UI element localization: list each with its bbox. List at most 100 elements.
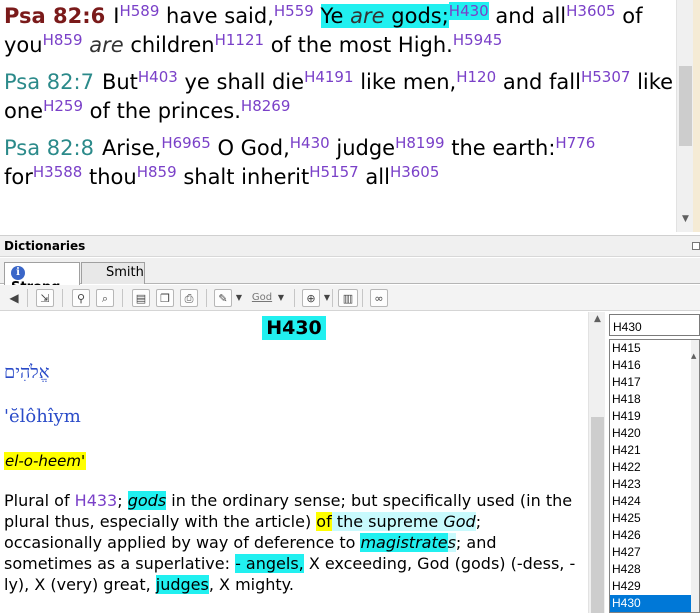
list-item[interactable]: H421: [610, 442, 699, 459]
tab-smith[interactable]: Smith: [81, 262, 145, 284]
zoom-icon[interactable]: ⊕: [302, 289, 320, 307]
definition-text: s: [447, 533, 456, 552]
strong-number-link[interactable]: H8269: [241, 97, 290, 115]
list-item[interactable]: H425: [610, 510, 699, 527]
strong-number-link[interactable]: H6965: [161, 134, 210, 152]
verse-word: and all: [488, 4, 567, 28]
definition-text: Plural of: [4, 491, 75, 510]
book-icon[interactable]: ▥: [338, 289, 358, 307]
find-in-page-icon[interactable]: ⌕: [96, 289, 114, 307]
verse-reference[interactable]: Psa 82:6: [4, 4, 105, 28]
strong-number-link[interactable]: H5945: [453, 31, 502, 49]
list-item[interactable]: H416: [610, 357, 699, 374]
list-item[interactable]: H418: [610, 391, 699, 408]
strong-number-link[interactable]: H5157: [309, 163, 358, 181]
definition-text: gods: [127, 491, 167, 510]
verse-word: like men,: [353, 70, 457, 94]
strong-number-link[interactable]: H430: [290, 134, 330, 152]
strong-number-link[interactable]: H3605: [390, 163, 439, 181]
verse: Psa 82:7 ButH403 ye shall dieH4191 like m…: [4, 68, 676, 126]
scroll-up-arrow-icon[interactable]: ▲: [691, 352, 699, 360]
verse-word: children: [123, 33, 215, 57]
list-item[interactable]: H423: [610, 476, 699, 493]
copy-icon[interactable]: ❐: [156, 289, 174, 307]
highlight-dropdown-icon[interactable]: ▼: [234, 289, 244, 307]
strong-number-link[interactable]: H3588: [33, 163, 82, 181]
strong-number-list[interactable]: H415 H416 H417 H418 H419 H420 H421 H422 H423 H424…: [609, 339, 700, 613]
god-label-button[interactable]: God: [247, 289, 277, 307]
panel-maximize-icon[interactable]: [692, 242, 700, 250]
definition-text: , X mighty.: [208, 575, 294, 594]
scroll-down-arrow-icon[interactable]: ▼: [677, 211, 694, 228]
definition-scrollbar[interactable]: ▲: [588, 312, 605, 613]
verse-word: [314, 4, 321, 28]
strong-number-link[interactable]: H259: [43, 97, 83, 115]
strong-number-link[interactable]: H433: [75, 491, 118, 510]
strong-number-link[interactable]: H4191: [304, 68, 353, 86]
export-icon[interactable]: ⇲: [36, 289, 54, 307]
verse-word: all: [358, 165, 390, 189]
strong-number-link[interactable]: H403: [138, 68, 178, 86]
highlight-icon[interactable]: ✎: [214, 289, 232, 307]
list-item[interactable]: H426: [610, 527, 699, 544]
list-item[interactable]: H428: [610, 561, 699, 578]
list-item[interactable]: H415: [610, 340, 699, 357]
god-dropdown-icon[interactable]: ▼: [276, 289, 286, 307]
strong-number-link[interactable]: H8199: [395, 134, 444, 152]
list-item[interactable]: H419: [610, 408, 699, 425]
definition-text: the supreme: [331, 512, 444, 531]
dictionaries-panel-header: Dictionaries: [0, 235, 700, 257]
strong-number-link[interactable]: H1121: [215, 31, 264, 49]
verse: Psa 82:8 Arise,H6965 O God,H430 judgeH819…: [4, 134, 676, 192]
verse-word: gods;: [384, 4, 449, 28]
print-icon[interactable]: ⎙: [180, 289, 198, 307]
definition-text: ;: [117, 491, 128, 510]
scroll-up-arrow-icon[interactable]: ▲: [589, 314, 606, 328]
strong-list-items: H415 H416 H417 H418 H419 H420 H421 H422 H423 H424…: [610, 340, 699, 612]
link-icon[interactable]: ∞: [370, 289, 388, 307]
bible-scroll-thumb[interactable]: [679, 66, 692, 146]
verse-word: for: [4, 165, 33, 189]
scroll-up-arrow-icon[interactable]: [677, 0, 694, 17]
strong-number-link[interactable]: H5307: [581, 68, 630, 86]
info-icon: i: [11, 266, 25, 280]
back-arrow-icon[interactable]: ◀: [8, 289, 20, 307]
strong-number-link[interactable]: H120: [456, 68, 496, 86]
list-item[interactable]: H417: [610, 374, 699, 391]
list-item[interactable]: H420: [610, 425, 699, 442]
bible-text-pane[interactable]: Psa 82:6 IH589 have said,H559 Ye are gods…: [0, 0, 700, 232]
list-item[interactable]: H424: [610, 493, 699, 510]
definition-scroll-thumb[interactable]: [591, 417, 604, 613]
list-item[interactable]: H427: [610, 544, 699, 561]
list-item[interactable]: H430: [610, 595, 699, 612]
strong-number-link[interactable]: H430: [448, 2, 489, 20]
toolbar-separator: [362, 289, 363, 307]
binoculars-search-icon[interactable]: ⚲: [72, 289, 90, 307]
zoom-dropdown-icon[interactable]: ▼: [322, 289, 332, 307]
bible-scrollbar[interactable]: ▼: [676, 0, 693, 232]
list-scrollbar[interactable]: ▲: [691, 340, 699, 612]
verse-reference[interactable]: Psa 82:8: [4, 136, 94, 160]
strong-number-link[interactable]: H3605: [566, 2, 615, 20]
verse-word: ye shall die: [177, 70, 305, 94]
strong-number-input[interactable]: [609, 314, 700, 336]
tab-strong[interactable]: iStrong: [4, 262, 80, 295]
verse: Psa 82:6 IH589 have said,H559 Ye are gods…: [4, 2, 676, 60]
strong-number-link[interactable]: H776: [555, 134, 595, 152]
verse-word: Ye: [320, 4, 351, 28]
document-icon[interactable]: ▤: [132, 289, 150, 307]
verse-reference[interactable]: Psa 82:7: [4, 70, 94, 94]
bible-verses: Psa 82:6 IH589 have said,H559 Ye are gods…: [4, 2, 676, 200]
strong-number-link[interactable]: H859: [43, 31, 83, 49]
strong-number-link[interactable]: H589: [119, 2, 159, 20]
strong-number-link[interactable]: H559: [274, 2, 314, 20]
strong-number-link[interactable]: H859: [137, 163, 177, 181]
verse-word: O God,: [210, 136, 290, 160]
list-item[interactable]: H422: [610, 459, 699, 476]
toolbar-separator: [332, 289, 333, 307]
verse-word: have said,: [159, 4, 274, 28]
list-item[interactable]: H429: [610, 578, 699, 595]
definition-text: of: [316, 512, 332, 531]
definition-text: - angels,: [235, 554, 304, 573]
pronunciation: el-o-heem': [4, 452, 87, 470]
